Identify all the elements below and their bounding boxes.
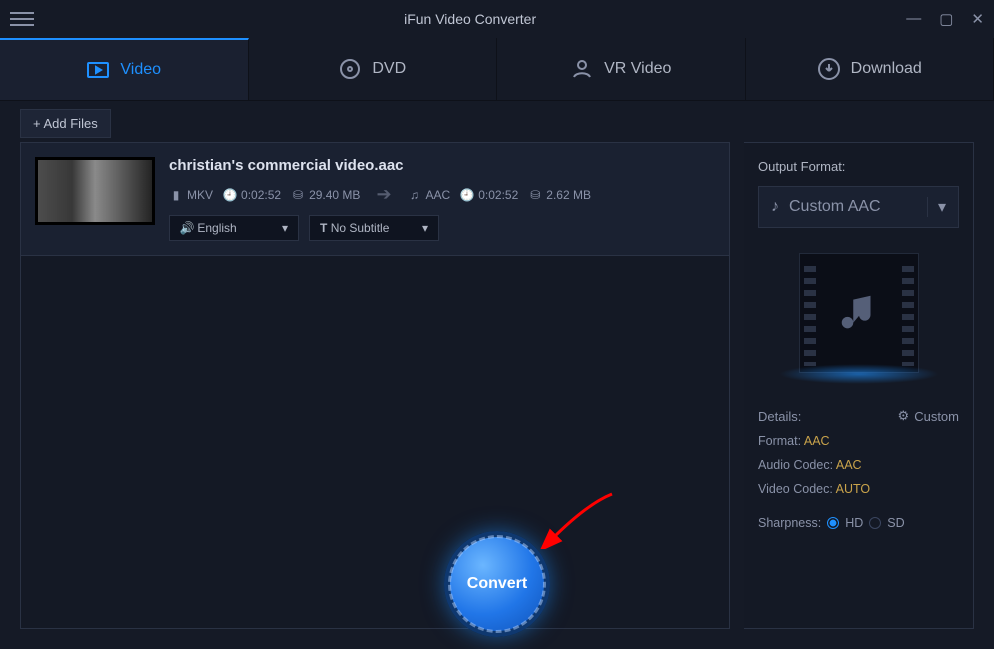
video-codec-key: Video Codec: <box>758 482 833 496</box>
custom-button[interactable]: ⚙ Custom <box>898 408 959 424</box>
file-list: christian's commercial video.aac ▮ MKV 🕘 0… <box>20 142 730 629</box>
target-size: 2.62 MB <box>546 188 591 202</box>
app-title: iFun Video Converter <box>34 11 906 27</box>
sharpness-label: Sharpness: <box>758 516 821 530</box>
disc-icon <box>338 57 362 81</box>
close-button[interactable]: ✕ <box>971 10 984 28</box>
target-duration: 0:02:52 <box>478 188 518 202</box>
tab-vr[interactable]: VR Video <box>497 38 746 100</box>
subtitle-select[interactable]: T No Subtitle ▾ <box>309 215 439 241</box>
music-note-icon <box>836 290 882 336</box>
music-icon: ♫ <box>408 188 422 202</box>
tab-label: Download <box>851 60 922 78</box>
chevron-down-icon: ▾ <box>927 197 946 217</box>
clock-icon: 🕘 <box>223 188 237 202</box>
file-name: christian's commercial video.aac <box>169 157 715 174</box>
main-tabs: Video DVD VR Video Download <box>0 38 994 101</box>
audio-track-select[interactable]: 🔊 English ▾ <box>169 215 299 241</box>
target-format: AAC <box>426 188 451 202</box>
download-icon <box>817 57 841 81</box>
minimize-button[interactable]: — <box>906 10 921 28</box>
arrow-icon: ➔ <box>376 184 391 205</box>
tab-dvd[interactable]: DVD <box>249 38 498 100</box>
source-size: 29.40 MB <box>309 188 360 202</box>
convert-button[interactable]: Convert <box>444 531 550 637</box>
details-label: Details: <box>758 409 801 424</box>
output-format-label: Output Format: <box>758 159 959 174</box>
plus-icon: + <box>33 116 44 131</box>
tab-download[interactable]: Download <box>746 38 994 100</box>
thumbnail <box>35 157 155 225</box>
disk-icon: ⛁ <box>528 188 542 202</box>
vr-icon <box>570 57 594 81</box>
output-panel: Output Format: ♪ Custom AAC ▾ Details: ⚙… <box>744 142 974 629</box>
chevron-down-icon: ▾ <box>282 221 288 235</box>
source-duration: 0:02:52 <box>241 188 281 202</box>
gear-icon: ⚙ <box>898 408 910 424</box>
clock-icon: 🕘 <box>460 188 474 202</box>
menu-icon[interactable] <box>10 8 34 30</box>
output-format-value: Custom AAC <box>789 198 881 216</box>
tab-label: DVD <box>372 60 406 78</box>
format-key: Format: <box>758 434 801 448</box>
sharpness-hd-radio[interactable] <box>827 517 839 529</box>
maximize-button[interactable]: ▢ <box>939 10 953 28</box>
format-preview <box>789 248 929 378</box>
text-icon: T <box>320 221 327 235</box>
source-format: MKV <box>187 188 213 202</box>
music-icon: ♪ <box>771 198 779 216</box>
sharpness-sd-radio[interactable] <box>869 517 881 529</box>
chevron-down-icon: ▾ <box>422 221 428 235</box>
camera-icon: ▮ <box>169 188 183 202</box>
tab-video[interactable]: Video <box>0 38 249 100</box>
file-item[interactable]: christian's commercial video.aac ▮ MKV 🕘 0… <box>21 143 729 256</box>
tab-label: Video <box>120 61 161 79</box>
audio-codec-key: Audio Codec: <box>758 458 833 472</box>
speaker-icon: 🔊 <box>180 221 194 235</box>
titlebar: iFun Video Converter — ▢ ✕ <box>0 0 994 38</box>
audio-codec-value: AAC <box>836 458 862 472</box>
play-icon <box>86 58 110 82</box>
video-codec-value: AUTO <box>836 482 871 496</box>
output-format-select[interactable]: ♪ Custom AAC ▾ <box>758 186 959 228</box>
add-files-button[interactable]: + Add Files <box>20 109 111 138</box>
disk-icon: ⛁ <box>291 188 305 202</box>
format-value: AAC <box>804 434 830 448</box>
tab-label: VR Video <box>604 60 671 78</box>
